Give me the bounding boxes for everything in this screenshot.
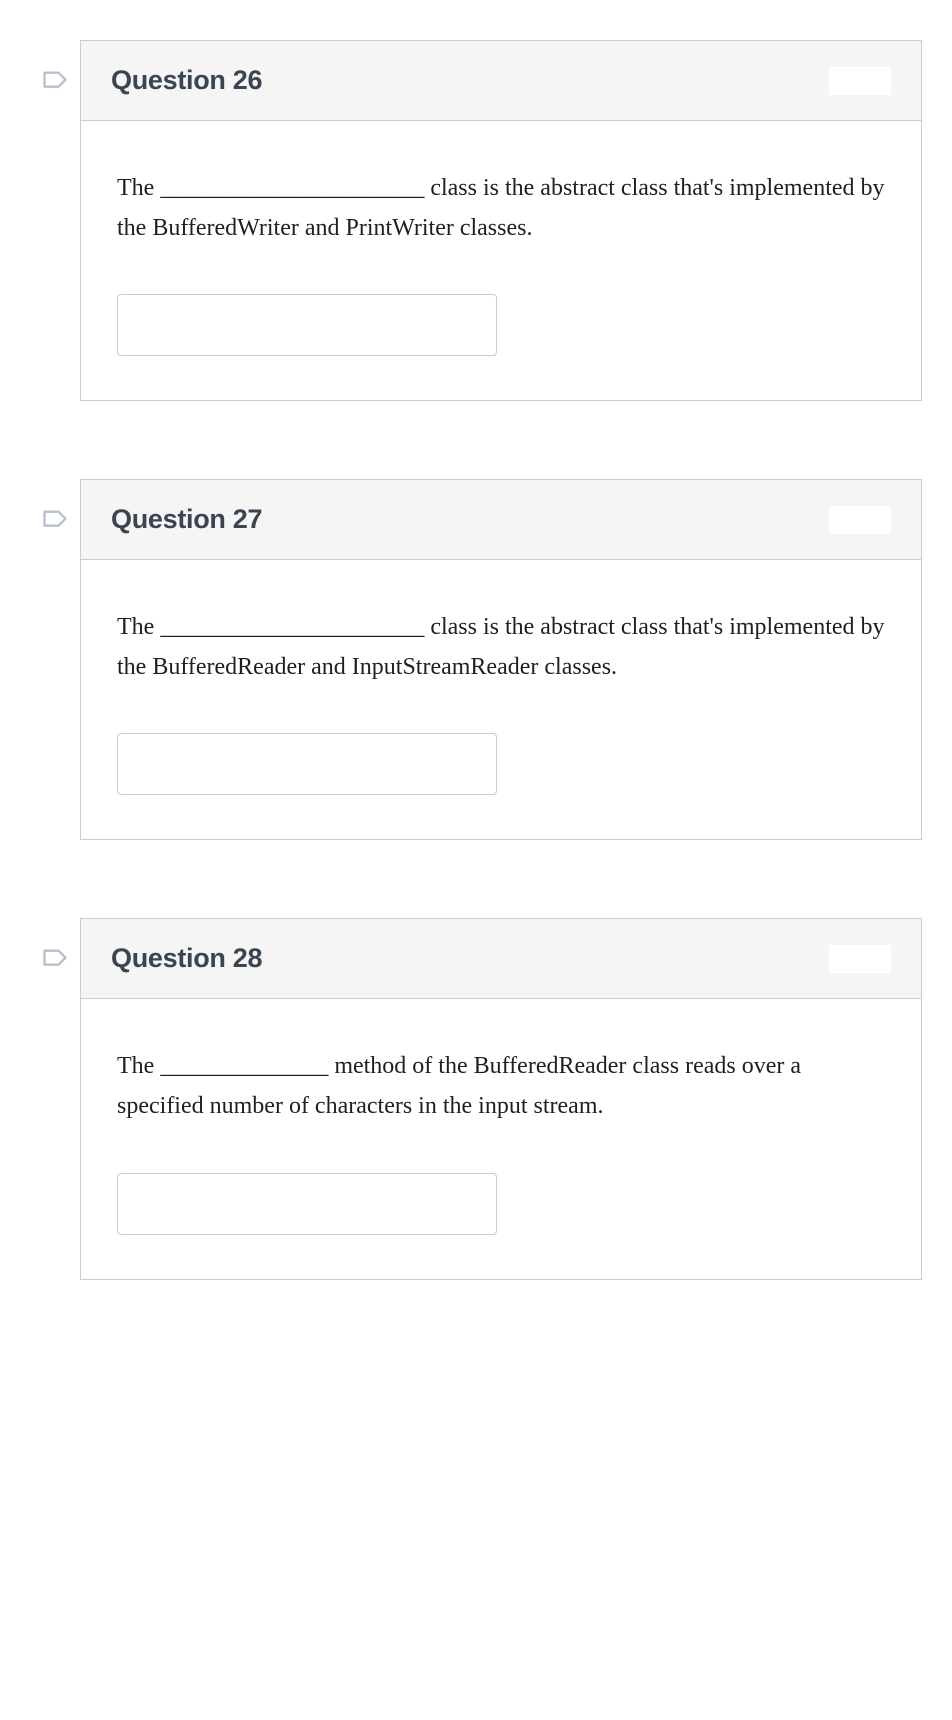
question-card: Question 28 The ______________ method of… bbox=[80, 918, 922, 1279]
question-prompt: The ______________________ class is the … bbox=[117, 608, 885, 687]
question-wrapper: Question 26 The ______________________ c… bbox=[30, 40, 922, 401]
question-header: Question 26 bbox=[81, 41, 921, 121]
bookmark-tag-icon bbox=[41, 507, 69, 535]
question-card: Question 27 The ______________________ c… bbox=[80, 479, 922, 840]
flag-toggle[interactable] bbox=[30, 40, 80, 96]
question-prompt: The ______________________ class is the … bbox=[117, 169, 885, 248]
question-body: The ______________________ class is the … bbox=[81, 560, 921, 839]
question-wrapper: Question 28 The ______________ method of… bbox=[30, 918, 922, 1279]
question-card: Question 26 The ______________________ c… bbox=[80, 40, 922, 401]
bookmark-tag-icon bbox=[41, 946, 69, 974]
flag-toggle[interactable] bbox=[30, 918, 80, 974]
answer-input[interactable] bbox=[117, 733, 497, 795]
question-title: Question 27 bbox=[111, 504, 262, 535]
question-wrapper: Question 27 The ______________________ c… bbox=[30, 479, 922, 840]
question-header: Question 27 bbox=[81, 480, 921, 560]
question-title: Question 28 bbox=[111, 943, 262, 974]
question-body: The ______________ method of the Buffere… bbox=[81, 999, 921, 1278]
bookmark-tag-icon bbox=[41, 68, 69, 96]
question-title: Question 26 bbox=[111, 65, 262, 96]
answer-input[interactable] bbox=[117, 1173, 497, 1235]
flag-toggle[interactable] bbox=[30, 479, 80, 535]
points-badge bbox=[829, 945, 891, 973]
question-header: Question 28 bbox=[81, 919, 921, 999]
points-badge bbox=[829, 506, 891, 534]
question-prompt: The ______________ method of the Buffere… bbox=[117, 1047, 885, 1126]
points-badge bbox=[829, 67, 891, 95]
answer-input[interactable] bbox=[117, 294, 497, 356]
question-body: The ______________________ class is the … bbox=[81, 121, 921, 400]
